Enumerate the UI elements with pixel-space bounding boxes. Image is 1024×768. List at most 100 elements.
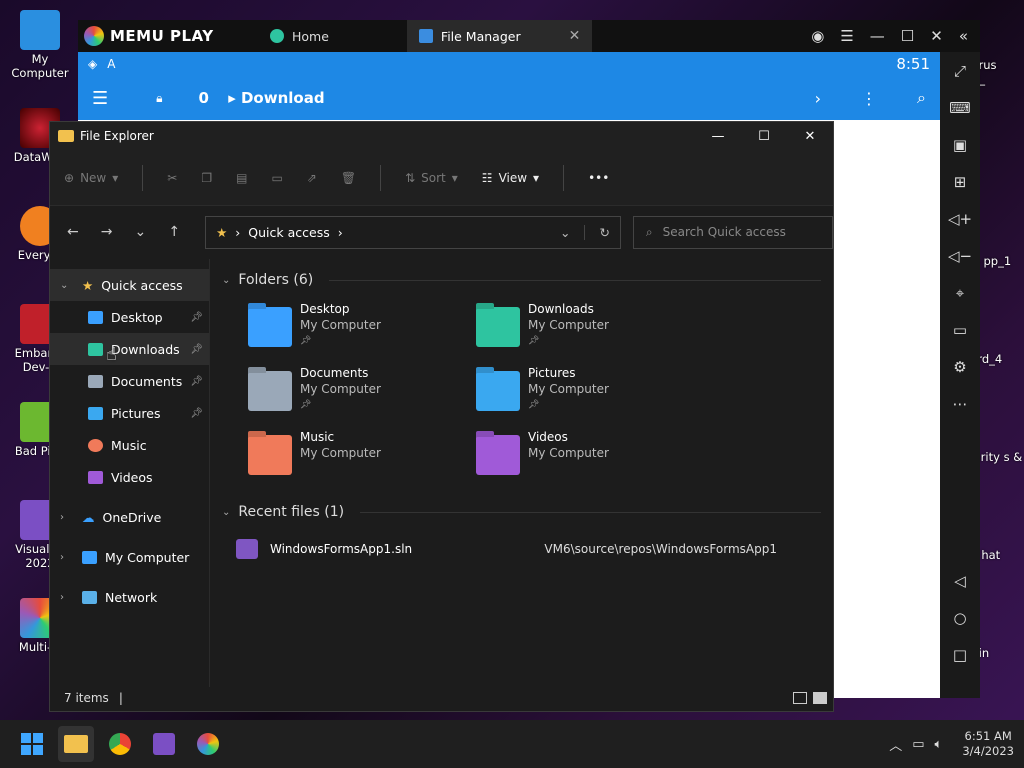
scissors-icon: ✂	[167, 170, 178, 185]
taskbar: ︿ ▭ 🔈︎ 6:51 AM 3/4/2023	[0, 720, 1024, 768]
search-icon: ⌕	[645, 224, 653, 239]
taskbar-memu[interactable]	[190, 726, 226, 762]
back-icon[interactable]: ◁	[940, 562, 980, 599]
network-icon[interactable]: ▭	[912, 737, 924, 752]
folder-videos[interactable]: Videos My Computer	[476, 429, 704, 483]
folder-pictures[interactable]: Pictures My Computer 📌︎	[476, 365, 704, 419]
delete-button[interactable]: 🗑︎	[341, 171, 356, 185]
memu-sidebar: ⤢ ⌨ ▣ ⊞ ◁+ ◁− ⌖ ▭ ⚙ ⋯ ◁ ○ □	[940, 52, 980, 698]
home-circle-icon[interactable]: ○	[940, 599, 980, 636]
more-options-button[interactable]: •••	[588, 171, 609, 185]
copy-icon: ❐	[201, 170, 213, 185]
add-window-icon[interactable]: ⊞	[940, 163, 980, 200]
visual-studio-icon	[153, 733, 175, 755]
folder-downloads[interactable]: Downloads My Computer 📌︎	[476, 301, 704, 355]
details-view-icon[interactable]	[793, 692, 807, 704]
recents-icon[interactable]: □	[940, 636, 980, 673]
refresh-icon[interactable]: ↻	[584, 224, 610, 240]
address-bar[interactable]: ★ › Quick access › ⌄ ↻	[205, 215, 621, 249]
monitor-icon	[20, 10, 60, 50]
nav-item-downloads[interactable]: Downloads 📌︎	[50, 333, 209, 365]
tab-home[interactable]: Home	[258, 20, 341, 52]
breadcrumb[interactable]: Quick access	[248, 225, 329, 240]
android-path[interactable]: 0 ▸ Download	[199, 89, 325, 107]
volume-down-icon[interactable]: ◁−	[940, 237, 980, 274]
volume-up-icon[interactable]: ◁+	[940, 200, 980, 237]
close-icon[interactable]: ✕	[787, 129, 833, 144]
paste-button[interactable]: ▤	[236, 171, 247, 185]
share-button[interactable]: ⇗	[307, 171, 317, 185]
divider	[142, 164, 144, 191]
keyboard-icon[interactable]: ⌨	[940, 89, 980, 126]
settings-icon[interactable]: ⚙	[940, 348, 980, 385]
speaker-icon[interactable]: 🔈︎	[935, 737, 943, 752]
desktop-icon-my-computer[interactable]: My Computer	[2, 10, 78, 80]
nav-item-documents[interactable]: Documents 📌︎	[50, 365, 209, 397]
chevron-right-icon[interactable]: ›	[60, 512, 74, 523]
font-icon: A	[107, 57, 116, 71]
taskbar-visual-studio[interactable]	[146, 726, 182, 762]
folder-documents[interactable]: Documents My Computer 📌︎	[248, 365, 476, 419]
search-icon[interactable]: ⌕	[917, 88, 926, 108]
maximize-icon[interactable]: ☐	[901, 27, 914, 45]
tab-file-manager[interactable]: File Manager ✕	[406, 20, 593, 52]
hamburger-icon[interactable]: ☰	[92, 88, 108, 109]
nav-item-desktop[interactable]: Desktop 📌︎	[50, 301, 209, 333]
copy-button[interactable]: ❐	[201, 171, 212, 185]
lock-icon[interactable]: 🔒︎	[156, 91, 162, 106]
minimize-icon[interactable]: —	[695, 129, 741, 144]
more-icon[interactable]: ⋯	[940, 385, 980, 422]
chevron-right-icon[interactable]: ›	[60, 552, 74, 563]
more-vert-icon[interactable]: ⋮	[861, 89, 877, 108]
trash-icon: 🗑︎	[340, 170, 357, 185]
chevron-down-icon[interactable]: ⌄	[560, 225, 570, 240]
maximize-icon[interactable]: ☐	[741, 129, 787, 144]
folder-icon[interactable]: ▭	[940, 311, 980, 348]
close-icon[interactable]: ✕	[569, 28, 581, 44]
sort-button[interactable]: ⇅ Sort ▾	[405, 171, 458, 185]
collapse-sidebar-icon[interactable]: «	[959, 27, 968, 45]
nav-item-my-computer[interactable]: › My Computer	[50, 541, 209, 573]
chevron-right-icon[interactable]: ›	[815, 89, 821, 108]
taskbar-chrome[interactable]	[102, 726, 138, 762]
chevron-down-icon[interactable]: ⌄	[60, 280, 74, 291]
close-window-icon[interactable]: ✕	[930, 27, 943, 45]
apk-icon[interactable]: ▣	[940, 126, 980, 163]
view-button[interactable]: ☷ View ▾	[482, 171, 539, 185]
minimize-icon[interactable]: —	[870, 27, 885, 45]
nav-item-network[interactable]: › Network	[50, 581, 209, 613]
search-input[interactable]: ⌕ Search Quick access	[632, 215, 833, 249]
recent-locations-icon[interactable]: ⌄	[130, 224, 152, 240]
clock[interactable]: 6:51 AM 3/4/2023	[962, 729, 1014, 759]
location-icon[interactable]: ⌖	[940, 274, 980, 311]
folder-desktop[interactable]: Desktop My Computer 📌︎	[248, 301, 476, 355]
recent-section-header[interactable]: ⌄ Recent files (1)	[222, 499, 821, 525]
forward-arrow-icon[interactable]: →	[96, 224, 118, 240]
nav-item-pictures[interactable]: Pictures 📌︎	[50, 397, 209, 429]
cut-button[interactable]: ✂	[167, 171, 177, 185]
back-arrow-icon[interactable]: ←	[62, 224, 84, 240]
folder-icon	[64, 735, 88, 753]
tiles-view-icon[interactable]	[813, 692, 827, 704]
new-button[interactable]: ⊕ New ▾	[64, 171, 118, 185]
address-row: ← → ⌄ ↑ ★ › Quick access › ⌄ ↻ ⌕ Search …	[50, 206, 833, 258]
content-pane: ⌄ Folders (6) Desktop My Computer 📌︎ Downl…	[210, 259, 833, 687]
start-button[interactable]	[14, 726, 50, 762]
chevron-right-icon[interactable]: ›	[60, 592, 74, 603]
taskbar-file-explorer[interactable]	[58, 726, 94, 762]
chevron-down-icon: ⌄	[222, 506, 231, 518]
nav-item-onedrive[interactable]: › ☁ OneDrive	[50, 501, 209, 533]
up-arrow-icon[interactable]: ↑	[163, 224, 185, 240]
menu-icon[interactable]: ☰	[840, 27, 853, 45]
rename-button[interactable]: ▭	[271, 171, 282, 185]
list-item[interactable]: WindowsFormsApp1.sln VM6\source\repos\Wi…	[222, 533, 821, 565]
view-icon: ☷	[481, 170, 493, 185]
nav-item-videos[interactable]: Videos	[50, 461, 209, 493]
account-icon[interactable]: ◉	[811, 27, 824, 45]
chevron-up-icon[interactable]: ︿	[889, 735, 902, 754]
nav-item-music[interactable]: Music	[50, 429, 209, 461]
nav-item-quick-access[interactable]: ⌄ ★ Quick access	[50, 269, 209, 301]
folder-music[interactable]: Music My Computer	[248, 429, 476, 483]
folders-section-header[interactable]: ⌄ Folders (6)	[222, 267, 821, 293]
fullscreen-icon[interactable]: ⤢	[940, 52, 980, 89]
